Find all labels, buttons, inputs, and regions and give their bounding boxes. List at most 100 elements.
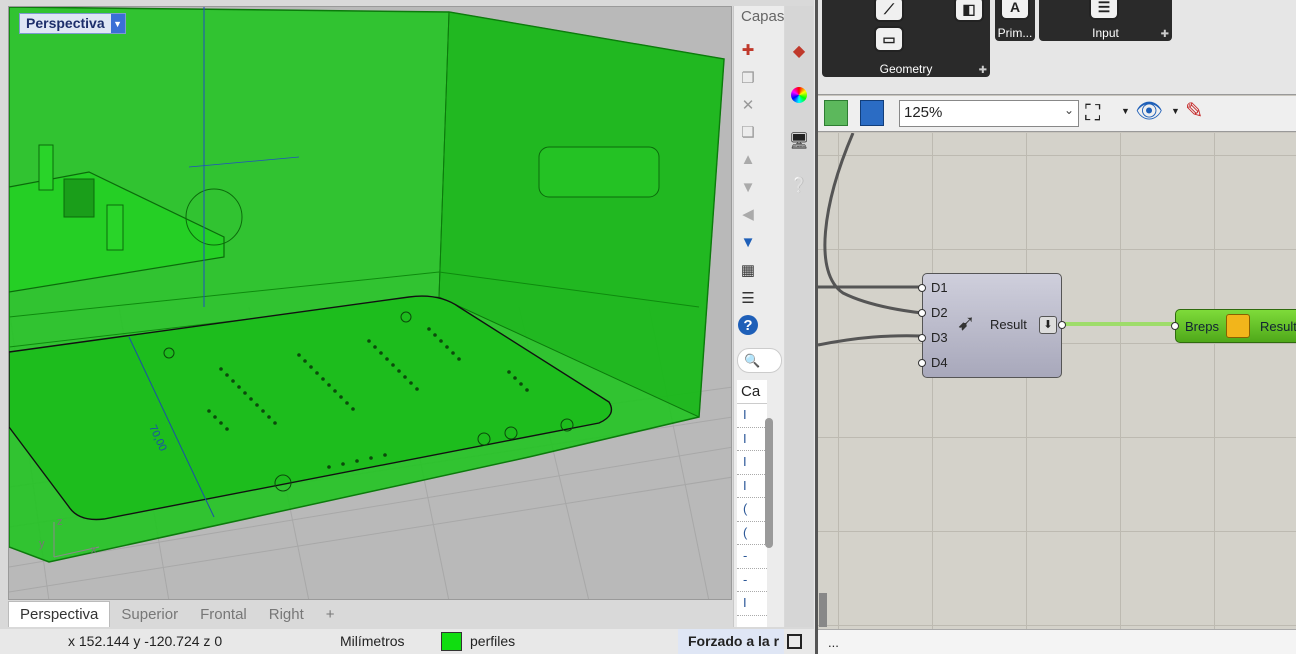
panel-title[interactable]: Capas bbox=[741, 8, 784, 25]
flatten-icon[interactable]: ⬇ bbox=[1039, 316, 1057, 334]
delete-icon[interactable]: ✕ bbox=[738, 95, 758, 115]
input-grip[interactable] bbox=[918, 334, 926, 342]
layers-panel: Capas ⚙ ✚ ❐ ✕ ❏ ▲ ▼ ◀ ▼ ▦ ☰ ? 🔍 Ca I I I… bbox=[733, 6, 805, 627]
tab-perspectiva[interactable]: Perspectiva bbox=[8, 601, 111, 627]
zoom-value: 125% bbox=[904, 104, 943, 121]
menu-icon[interactable]: ☰ bbox=[738, 288, 758, 308]
input-grip[interactable] bbox=[918, 359, 926, 367]
y-axis-label: y bbox=[39, 538, 45, 550]
chevron-down-icon[interactable]: ▼ bbox=[1171, 106, 1180, 116]
add-tab-icon[interactable]: + bbox=[315, 602, 346, 627]
current-layer-label[interactable]: perfiles bbox=[470, 633, 515, 649]
output-grip[interactable] bbox=[1058, 321, 1066, 329]
tab-superior[interactable]: Superior bbox=[110, 602, 189, 627]
perspective-viewport[interactable]: 70,00 z y x Perspectiva ▼ bbox=[8, 6, 732, 600]
merge-icon: ➹ bbox=[957, 310, 976, 335]
input-grip[interactable] bbox=[918, 284, 926, 292]
input-d4[interactable]: D4 bbox=[931, 355, 948, 370]
save-icon[interactable] bbox=[860, 100, 884, 126]
chevron-down-icon[interactable]: ▼ bbox=[1121, 106, 1130, 116]
sketch-pen-icon[interactable]: ✎ bbox=[1185, 98, 1203, 124]
color-wheel-icon[interactable] bbox=[785, 80, 813, 110]
units-label[interactable]: Milímetros bbox=[340, 633, 405, 649]
move-up-icon[interactable]: ▲ bbox=[738, 149, 758, 169]
viewport-title-label[interactable]: Perspectiva bbox=[20, 14, 111, 33]
expand-icon[interactable]: ✚ bbox=[979, 65, 987, 76]
window-square-icon[interactable] bbox=[787, 634, 802, 649]
breps-component[interactable]: Breps Result bbox=[1171, 309, 1296, 343]
expand-icon[interactable]: ✚ bbox=[1161, 29, 1169, 40]
tab-right[interactable]: Right bbox=[258, 602, 315, 627]
new-sublayer-icon[interactable]: ❐ bbox=[738, 68, 758, 88]
curve-param-icon[interactable]: ⟋ bbox=[874, 0, 904, 22]
input-d2[interactable]: D2 bbox=[931, 305, 948, 320]
table-icon[interactable]: ▦ bbox=[738, 260, 758, 280]
text-param-icon[interactable]: A bbox=[1000, 0, 1030, 20]
display-icon[interactable]: 🖥 bbox=[785, 126, 813, 156]
osnap-toggle[interactable]: Forzado a la r bbox=[678, 629, 784, 654]
layer-color-swatch[interactable] bbox=[441, 632, 462, 651]
list-item[interactable]: I bbox=[737, 404, 767, 428]
input-group-label: Input bbox=[1092, 26, 1119, 40]
viewport-scene: 70,00 z y x bbox=[9, 7, 731, 599]
x-axis-label: x bbox=[91, 544, 97, 556]
breps-output[interactable]: Result bbox=[1260, 319, 1296, 334]
list-item[interactable]: - bbox=[737, 569, 767, 592]
open-folder-icon[interactable] bbox=[824, 100, 848, 126]
primitive-group: A Prim... bbox=[995, 0, 1035, 41]
move-down-icon[interactable]: ▼ bbox=[738, 177, 758, 197]
chevron-down-icon[interactable]: ⌄ bbox=[1064, 103, 1074, 117]
primitive-group-label: Prim... bbox=[997, 26, 1033, 40]
viewport-title[interactable]: Perspectiva ▼ bbox=[19, 13, 126, 34]
zoom-extents-icon[interactable]: ⛶ bbox=[1085, 100, 1100, 126]
list-item[interactable]: I bbox=[737, 428, 767, 451]
search-input[interactable]: 🔍 bbox=[737, 348, 782, 373]
move-parent-icon[interactable]: ◀ bbox=[738, 204, 758, 224]
union-icon bbox=[1226, 314, 1250, 338]
merge-component[interactable]: D1 D2 D3 D4 ➹ Result ⬇ bbox=[918, 273, 1066, 378]
input-grip[interactable] bbox=[918, 309, 926, 317]
filter-icon[interactable]: ▼ bbox=[738, 232, 758, 252]
input-grip[interactable] bbox=[1171, 322, 1179, 330]
component-ribbon: ⟋ ▭ ◧ Geometry ✚ A Prim... ☰ Input ✚ bbox=[818, 0, 1296, 95]
list-header[interactable]: Ca bbox=[737, 380, 767, 404]
rhino-window: 70,00 z y x Perspectiva ▼ Perspectiva Su… bbox=[0, 0, 814, 654]
zoom-select[interactable]: 125% ⌄ bbox=[899, 100, 1079, 127]
coordinates-readout: x 152.144 y -120.724 z 0 bbox=[68, 633, 223, 649]
viewport-tabs: Perspectiva Superior Frontal Right + bbox=[8, 601, 732, 627]
canvas-toolbar: 125% ⌄ ⛶ ▼ 👁 ▼ ✎ bbox=[818, 96, 1296, 132]
input-d3[interactable]: D3 bbox=[931, 330, 948, 345]
list-item[interactable]: - bbox=[737, 545, 767, 569]
wires bbox=[818, 133, 1175, 627]
list-item[interactable]: I bbox=[737, 475, 767, 498]
layer-list: Ca I I I I ( ( - - I bbox=[737, 380, 767, 627]
list-item[interactable]: I bbox=[737, 592, 767, 616]
list-item[interactable]: I bbox=[737, 451, 767, 475]
new-layer-icon[interactable]: ✚ bbox=[738, 40, 758, 60]
layers-tab-icon[interactable]: ◆ bbox=[785, 36, 813, 66]
preview-eye-icon[interactable]: 👁 bbox=[1135, 98, 1163, 124]
list-item[interactable]: ( bbox=[737, 522, 767, 545]
brep-param-icon[interactable]: ◧ bbox=[954, 0, 984, 22]
chevron-down-icon[interactable]: ▼ bbox=[110, 14, 125, 33]
z-axis-label: z bbox=[57, 516, 63, 528]
input-group: ☰ Input ✚ bbox=[1039, 0, 1172, 41]
output-result[interactable]: Result bbox=[990, 317, 1027, 332]
geometry-group-label: Geometry bbox=[879, 62, 933, 76]
grasshopper-window: ⟋ ▭ ◧ Geometry ✚ A Prim... ☰ Input ✚ 125… bbox=[815, 0, 1296, 654]
geometry-group: ⟋ ▭ ◧ Geometry ✚ bbox=[822, 0, 990, 77]
filter-layers-icon[interactable]: ❏ bbox=[738, 122, 758, 142]
list-item[interactable]: ( bbox=[737, 498, 767, 522]
input-d1[interactable]: D1 bbox=[931, 280, 948, 295]
help-panel-icon[interactable]: ❔ bbox=[785, 170, 813, 200]
layer-list-scrollbar[interactable] bbox=[765, 418, 773, 548]
surface-param-icon[interactable]: ▭ bbox=[874, 26, 904, 52]
list-input-icon[interactable]: ☰ bbox=[1089, 0, 1119, 20]
breps-input[interactable]: Breps bbox=[1185, 319, 1219, 334]
panel-tabs: ◆ 🖥 ❔ bbox=[785, 6, 813, 627]
tab-frontal[interactable]: Frontal bbox=[189, 602, 258, 627]
definition-canvas[interactable]: D1 D2 D3 D4 ➹ Result ⬇ Breps Result bbox=[818, 133, 1296, 629]
help-icon[interactable]: ? bbox=[738, 315, 758, 335]
gh-status-bar: ... bbox=[818, 629, 1296, 654]
status-bar: x 152.144 y -120.724 z 0 Milímetros perf… bbox=[0, 629, 814, 654]
